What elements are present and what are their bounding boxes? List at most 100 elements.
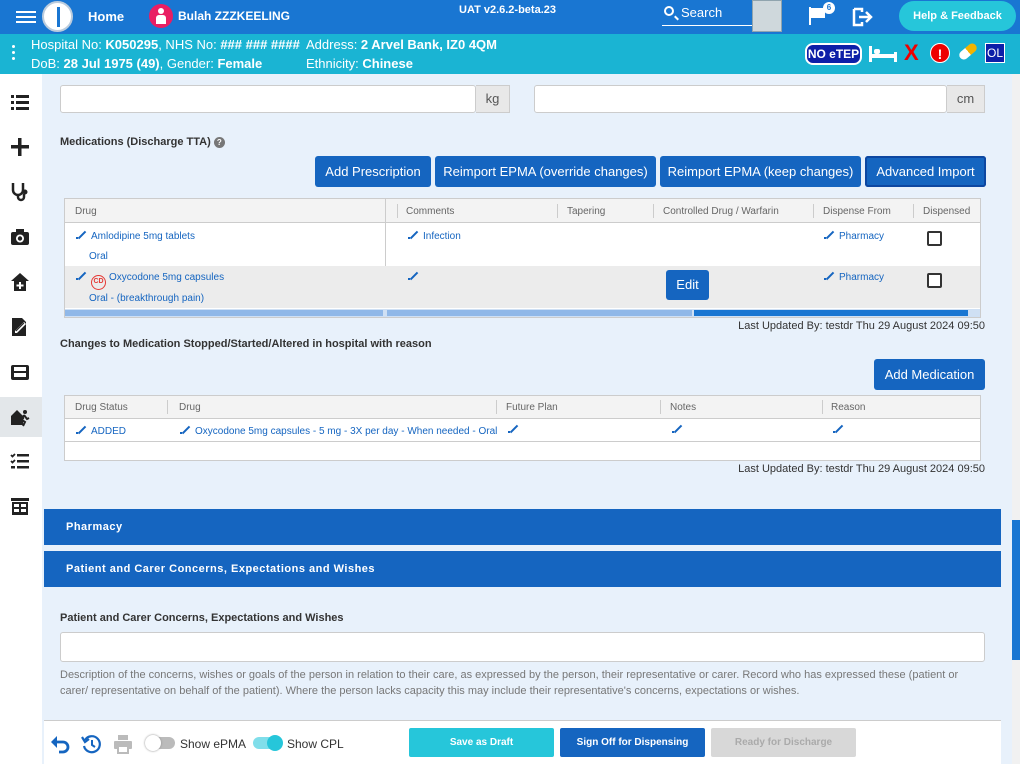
drug-text[interactable]: Oxycodone 5mg capsules - 5 mg - 3X per d…	[195, 426, 497, 437]
history-icon[interactable]	[81, 734, 101, 754]
x-alert-icon[interactable]: X	[904, 41, 919, 65]
edit-pencil-icon[interactable]	[75, 425, 85, 435]
edit-controlled-drug-button[interactable]: Edit	[666, 270, 709, 300]
add-medication-button[interactable]: Add Medication	[874, 359, 985, 390]
patient-banner: Hospital No: K050295, NHS No: ### ### ##…	[0, 34, 1020, 74]
drug-status-text[interactable]: ADDED	[91, 426, 126, 437]
dispense-from-cell[interactable]: Pharmacy	[823, 230, 884, 242]
ready-for-discharge-button[interactable]: Ready for Discharge	[711, 728, 856, 757]
drug-cell[interactable]: Amlodipine 5mg tablets	[75, 230, 195, 242]
reason-cell[interactable]	[832, 424, 848, 436]
concerns-input[interactable]	[60, 632, 985, 662]
print-icon[interactable]	[113, 734, 133, 754]
patient-name-link[interactable]: Bulah ZZZKEELING	[178, 9, 290, 23]
help-question-icon[interactable]: ?	[213, 137, 225, 148]
edit-pencil-icon[interactable]	[823, 230, 833, 240]
no-etep-badge[interactable]: NO eTEP	[805, 43, 862, 65]
edit-pencil-icon[interactable]	[507, 424, 517, 434]
undo-icon[interactable]	[50, 734, 70, 754]
reimport-epma-keep-button[interactable]: Reimport EPMA (keep changes)	[660, 156, 861, 187]
notifications-button[interactable]: 6	[809, 2, 835, 25]
notes-cell[interactable]	[671, 424, 687, 436]
search-button[interactable]: Search	[662, 4, 758, 26]
nav-home-plus-icon[interactable]	[0, 262, 42, 302]
edit-pencil-icon[interactable]	[671, 424, 681, 434]
scrollbar-thumb-mid[interactable]	[387, 310, 692, 316]
pharmacy-panel-header[interactable]: Pharmacy	[44, 509, 1001, 545]
vertical-scrollbar-thumb[interactable]	[1012, 520, 1020, 660]
show-cpl-toggle[interactable]	[253, 735, 283, 751]
drug-name[interactable]: Amlodipine 5mg tablets	[91, 231, 195, 242]
drug-cell[interactable]: CD Oxycodone 5mg capsules	[75, 271, 224, 290]
col-drug-status[interactable]: Drug Status	[75, 402, 128, 413]
nav-camera-icon[interactable]	[0, 217, 42, 257]
show-epma-toggle[interactable]	[145, 735, 175, 751]
nav-plus-icon[interactable]	[0, 127, 42, 167]
col-future-plan[interactable]: Future Plan	[506, 402, 558, 413]
nav-list-icon[interactable]	[0, 82, 42, 122]
edit-pencil-icon[interactable]	[407, 271, 417, 281]
hamburger-menu-icon[interactable]	[16, 8, 36, 26]
edit-pencil-icon[interactable]	[179, 425, 189, 435]
user-avatar[interactable]	[752, 0, 782, 32]
col-comments[interactable]: Comments	[406, 206, 454, 217]
comments-cell[interactable]	[407, 271, 423, 283]
sign-off-dispensing-button[interactable]: Sign Off for Dispensing	[560, 728, 705, 757]
col-tapering[interactable]: Tapering	[567, 206, 605, 217]
comments-cell[interactable]: Infection	[407, 230, 461, 242]
nav-inbox-icon[interactable]	[0, 352, 42, 392]
logout-icon[interactable]	[852, 7, 874, 27]
drug-name[interactable]: Oxycodone 5mg capsules	[109, 272, 224, 283]
hospital-number: K050295	[105, 37, 159, 52]
medication-pill-icon[interactable]	[957, 41, 979, 62]
add-prescription-button[interactable]: Add Prescription	[315, 156, 431, 187]
dispense-from-cell[interactable]: Pharmacy	[823, 271, 884, 283]
nav-checklist-icon[interactable]	[0, 442, 42, 482]
nhs-number: ### ### ####	[220, 37, 300, 52]
scrollbar-thumb[interactable]	[694, 310, 968, 316]
col-drug[interactable]: Drug	[75, 206, 97, 217]
dispensed-checkbox[interactable]	[927, 273, 942, 288]
medications-title-text: Medications (Discharge TTA)	[60, 136, 211, 148]
vertical-scrollbar-track[interactable]	[1012, 74, 1020, 764]
comment-text[interactable]: Infection	[423, 231, 461, 242]
col-dispense-from[interactable]: Dispense From	[823, 206, 891, 217]
ol-badge[interactable]: OL	[985, 43, 1005, 63]
col-notes[interactable]: Notes	[670, 402, 696, 413]
edit-pencil-icon[interactable]	[832, 424, 842, 434]
edit-pencil-icon[interactable]	[407, 230, 417, 240]
weight-input[interactable]	[60, 85, 476, 113]
dispensed-checkbox[interactable]	[927, 231, 942, 246]
col-reason[interactable]: Reason	[831, 402, 865, 413]
reimport-epma-override-button[interactable]: Reimport EPMA (override changes)	[435, 156, 656, 187]
dispense-from-text[interactable]: Pharmacy	[839, 231, 884, 242]
col-controlled-drug[interactable]: Controlled Drug / Warfarin	[663, 206, 779, 217]
col-drug[interactable]: Drug	[179, 402, 201, 413]
col-dispensed[interactable]: Dispensed	[923, 206, 970, 217]
home-link[interactable]: Home	[88, 9, 124, 24]
advanced-import-button[interactable]: Advanced Import	[865, 156, 986, 187]
concerns-panel-header[interactable]: Patient and Carer Concerns, Expectations…	[44, 551, 1001, 587]
app-logo[interactable]	[42, 1, 73, 32]
nav-document-edit-icon[interactable]	[0, 307, 42, 347]
future-plan-cell[interactable]	[507, 424, 523, 436]
more-options-icon[interactable]	[12, 45, 16, 63]
edit-pencil-icon[interactable]	[75, 271, 85, 281]
edit-pencil-icon[interactable]	[823, 271, 833, 281]
save-draft-button[interactable]: Save as Draft	[409, 728, 554, 757]
edit-pencil-icon[interactable]	[75, 230, 85, 240]
nav-stethoscope-icon[interactable]	[0, 172, 42, 212]
table-row: CD Oxycodone 5mg capsules Oral - (breakth…	[65, 266, 980, 308]
scrollbar-thumb-left[interactable]	[65, 310, 383, 316]
drug-cell[interactable]: Oxycodone 5mg capsules - 5 mg - 3X per d…	[179, 425, 497, 437]
height-input[interactable]	[534, 85, 947, 113]
nav-cabinet-icon[interactable]	[0, 487, 42, 527]
alert-icon[interactable]: !	[930, 43, 950, 63]
bed-icon[interactable]	[869, 46, 897, 62]
nav-discharge-icon[interactable]	[0, 397, 42, 437]
drug-status-cell[interactable]: ADDED	[75, 425, 126, 437]
horizontal-scrollbar-track[interactable]	[65, 309, 980, 317]
help-feedback-button[interactable]: Help & Feedback	[899, 1, 1016, 31]
side-navigation	[0, 74, 42, 764]
dispense-from-text[interactable]: Pharmacy	[839, 272, 884, 283]
